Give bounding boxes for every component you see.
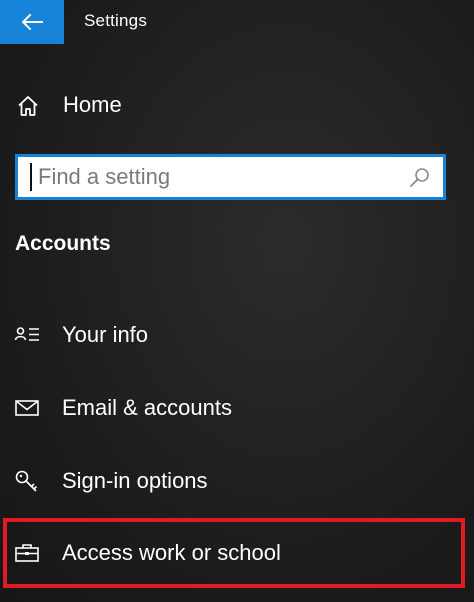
nav-item-your-info[interactable]: Your info (0, 311, 474, 359)
nav-item-label: Email & accounts (62, 395, 232, 420)
window-title: Settings (84, 11, 148, 30)
person-info-icon (14, 327, 39, 341)
highlight-annotation-box (3, 518, 465, 588)
home-label: Home (63, 92, 122, 117)
search-input[interactable] (30, 163, 398, 191)
home-nav-item[interactable]: Home (0, 82, 474, 128)
mail-icon (15, 400, 39, 416)
nav-item-sign-in-options[interactable]: Sign-in options (0, 457, 474, 505)
search-box[interactable] (15, 154, 446, 200)
settings-panel: Settings Home Accounts Your info Email &… (0, 0, 474, 602)
nav-item-email-accounts[interactable]: Email & accounts (0, 384, 474, 432)
back-arrow-icon (21, 13, 43, 31)
home-icon (18, 96, 38, 116)
nav-item-label: Sign-in options (62, 468, 208, 493)
nav-item-label: Your info (62, 322, 149, 347)
title-bar: Settings (0, 0, 474, 44)
section-heading: Accounts (15, 232, 111, 255)
key-icon (15, 470, 38, 492)
back-button[interactable] (0, 0, 64, 44)
search-icon[interactable] (409, 166, 431, 188)
